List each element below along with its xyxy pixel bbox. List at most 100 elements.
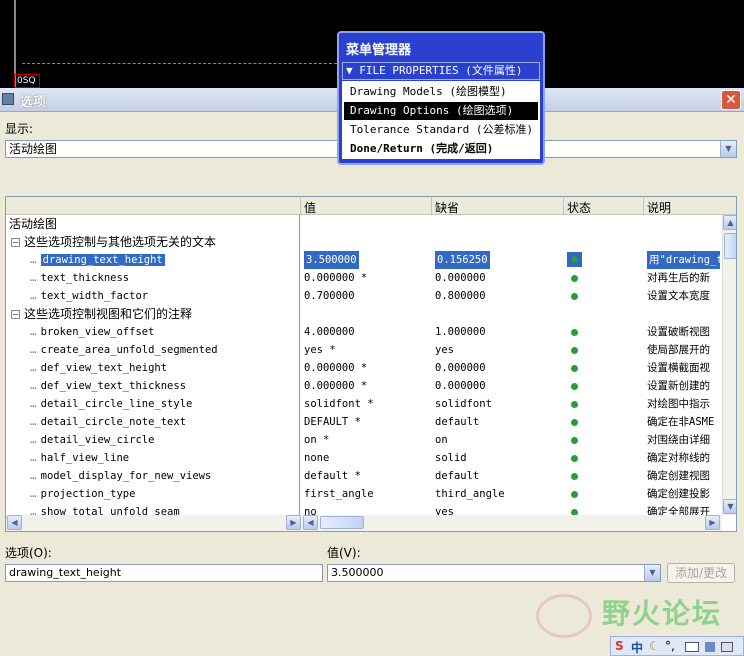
- table-row[interactable]: no yes 确定全部展开: [302, 503, 720, 515]
- table-row[interactable]: yes * yes 使局部展开的: [302, 341, 720, 359]
- option-default[interactable]: default: [435, 467, 479, 485]
- scroll-left-icon[interactable]: ◀: [7, 515, 22, 530]
- menu-item-tolerance-standard[interactable]: Tolerance Standard (公差标准): [344, 121, 538, 139]
- tree-horizontal-scrollbar[interactable]: ◀ ▶: [6, 515, 302, 531]
- option-description[interactable]: 确定全部展开: [647, 503, 710, 515]
- option-description[interactable]: 确定创建视图: [647, 467, 710, 485]
- option-default[interactable]: 0.800000: [435, 287, 486, 305]
- option-value[interactable]: 0.000000 *: [304, 269, 367, 287]
- option-default[interactable]: 0.000000: [435, 269, 486, 287]
- option-value[interactable]: 3.500000: [304, 251, 359, 269]
- option-value[interactable]: DEFAULT *: [304, 413, 361, 431]
- table-row[interactable]: 0.700000 0.800000 设置文本宽度: [302, 287, 720, 305]
- option-description[interactable]: 确定对称线的: [647, 449, 710, 467]
- table-row[interactable]: none solid 确定对称线的: [302, 449, 720, 467]
- add-change-button[interactable]: 添加/更改: [667, 563, 735, 583]
- table-row[interactable]: first_angle third_angle 确定创建投影: [302, 485, 720, 503]
- toolbox-icon[interactable]: [721, 642, 733, 652]
- column-divider[interactable]: [300, 197, 301, 215]
- menu-header[interactable]: ▼ FILE PROPERTIES (文件属性): [342, 62, 540, 80]
- menu-item-drawing-options[interactable]: Drawing Options (绘图选项): [344, 102, 538, 120]
- table-row[interactable]: 3.500000 0.156250 用"drawing_t: [302, 251, 720, 269]
- table-row[interactable]: default * default 确定创建视图: [302, 467, 720, 485]
- option-description[interactable]: 对再生后的新: [647, 269, 710, 287]
- option-default[interactable]: solidfont: [435, 395, 492, 413]
- table-row[interactable]: … drawing_text_height: [30, 251, 165, 269]
- scroll-down-icon[interactable]: ▼: [723, 499, 736, 514]
- option-value[interactable]: solidfont *: [304, 395, 374, 413]
- table-row[interactable]: … text_thickness: [30, 269, 129, 287]
- option-description[interactable]: 对绘图中指示: [647, 395, 710, 413]
- option-default[interactable]: on: [435, 431, 448, 449]
- table-row[interactable]: 0.000000 * 0.000000 设置新创建的: [302, 377, 720, 395]
- option-value[interactable]: on *: [304, 431, 329, 449]
- column-header-description[interactable]: 说明: [647, 199, 671, 216]
- option-value[interactable]: first_angle: [304, 485, 374, 503]
- close-button[interactable]: ✕: [721, 90, 741, 110]
- option-default[interactable]: third_angle: [435, 485, 505, 503]
- table-row[interactable]: … half_view_line: [30, 449, 129, 467]
- collapse-icon[interactable]: −: [11, 310, 20, 319]
- option-name[interactable]: broken_view_offset: [41, 326, 155, 338]
- grid-horizontal-scrollbar[interactable]: ◀ ▶: [302, 515, 722, 531]
- scroll-right-icon[interactable]: ▶: [286, 515, 301, 530]
- option-description[interactable]: 设置新创建的: [647, 377, 710, 395]
- option-name[interactable]: def_view_text_height: [41, 362, 167, 374]
- option-description[interactable]: 确定在非ASME: [647, 413, 714, 431]
- option-default[interactable]: yes: [435, 341, 454, 359]
- option-name[interactable]: detail_circle_note_text: [41, 416, 186, 428]
- tree-group-views[interactable]: − 这些选项控制视图和它们的注释: [11, 305, 192, 323]
- option-description[interactable]: 对围绕由详细: [647, 431, 710, 449]
- option-value[interactable]: default *: [304, 467, 361, 485]
- tree-group-text[interactable]: − 这些选项控制与其他选项无关的文本: [11, 233, 216, 251]
- table-row[interactable]: … def_view_text_thickness: [30, 377, 186, 395]
- ime-logo-icon[interactable]: S: [615, 639, 624, 653]
- ime-chinese-mode[interactable]: 中: [631, 639, 643, 656]
- option-default[interactable]: yes: [435, 503, 454, 515]
- tree-root[interactable]: 活动绘图: [9, 215, 57, 233]
- option-description[interactable]: 设置文本宽度: [647, 287, 710, 305]
- table-row[interactable]: … detail_view_circle: [30, 431, 154, 449]
- keyboard-icon[interactable]: [685, 642, 699, 652]
- option-description[interactable]: 设置横截面视: [647, 359, 710, 377]
- option-name[interactable]: text_thickness: [41, 272, 130, 284]
- moon-icon[interactable]: ☾: [649, 639, 660, 653]
- option-value[interactable]: 4.000000: [304, 323, 355, 341]
- scroll-right-icon[interactable]: ▶: [705, 515, 720, 530]
- option-description[interactable]: 用"drawing_t: [647, 251, 720, 269]
- option-default[interactable]: solid: [435, 449, 467, 467]
- option-input[interactable]: drawing_text_height: [5, 564, 323, 582]
- table-row[interactable]: … broken_view_offset: [30, 323, 154, 341]
- chevron-down-icon[interactable]: ▼: [644, 565, 660, 581]
- option-name[interactable]: show_total_unfold_seam: [41, 506, 180, 515]
- column-divider[interactable]: [563, 197, 564, 215]
- option-name[interactable]: detail_circle_line_style: [41, 398, 193, 410]
- collapse-icon[interactable]: −: [11, 238, 20, 247]
- table-row[interactable]: 0.000000 * 0.000000 对再生后的新: [302, 269, 720, 287]
- option-value[interactable]: none: [304, 449, 329, 467]
- option-default[interactable]: 0.156250: [435, 251, 490, 269]
- table-row[interactable]: … detail_circle_note_text: [30, 413, 186, 431]
- option-default[interactable]: 1.000000: [435, 323, 486, 341]
- option-value[interactable]: 0.700000: [304, 287, 355, 305]
- option-name[interactable]: create_area_unfold_segmented: [41, 344, 218, 356]
- table-row[interactable]: 0.000000 * 0.000000 设置横截面视: [302, 359, 720, 377]
- table-row[interactable]: … detail_circle_line_style: [30, 395, 192, 413]
- column-divider[interactable]: [643, 197, 644, 215]
- table-row[interactable]: 4.000000 1.000000 设置破断视图: [302, 323, 720, 341]
- table-row[interactable]: … show_total_unfold_seam: [30, 503, 180, 515]
- horizontal-scroll-thumb[interactable]: [320, 516, 364, 529]
- option-description[interactable]: 使局部展开的: [647, 341, 710, 359]
- table-row[interactable]: on * on 对围绕由详细: [302, 431, 720, 449]
- menu-item-drawing-models[interactable]: Drawing Models (绘图模型): [344, 83, 538, 101]
- option-value[interactable]: 0.000000 *: [304, 377, 367, 395]
- option-default[interactable]: 0.000000: [435, 359, 486, 377]
- vertical-scroll-thumb[interactable]: [724, 233, 736, 259]
- vertical-scrollbar[interactable]: ▲ ▼: [722, 215, 736, 515]
- option-description[interactable]: 确定创建投影: [647, 485, 710, 503]
- table-row[interactable]: … model_display_for_new_views: [30, 467, 211, 485]
- scroll-left-icon[interactable]: ◀: [303, 515, 318, 530]
- value-select[interactable]: 3.500000 ▼: [327, 564, 661, 582]
- table-row[interactable]: DEFAULT * default 确定在非ASME: [302, 413, 720, 431]
- skin-icon[interactable]: [705, 642, 715, 652]
